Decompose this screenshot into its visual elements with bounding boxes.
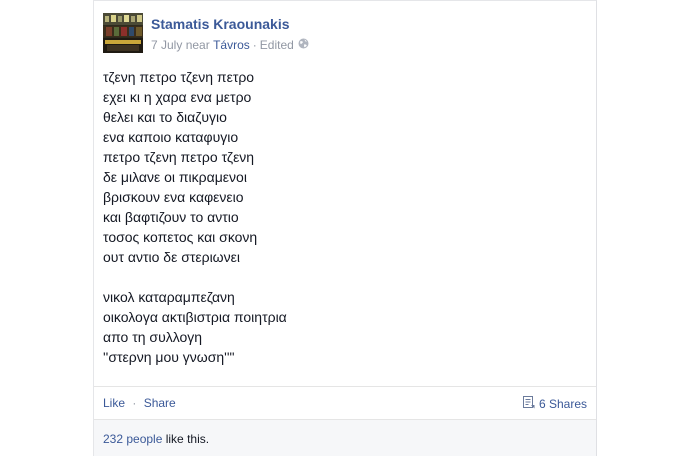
edited-label[interactable]: Edited xyxy=(260,38,294,52)
likes-summary: 232 people like this. xyxy=(103,432,209,446)
post-meta: 7 July near Távros · Edited xyxy=(151,38,309,52)
post-location[interactable]: Távros xyxy=(213,38,250,52)
globe-icon[interactable] xyxy=(298,38,309,52)
post-body: τζενη πετρο τζενη πετρο εχει κι η χαρα ε… xyxy=(103,67,583,367)
avatar[interactable] xyxy=(103,13,143,53)
post-line: τοσος κοπετος και σκονη xyxy=(103,229,258,245)
post-line: θελει και το διαζυγιο xyxy=(103,109,227,125)
shares-link[interactable]: 6 Shares xyxy=(522,396,587,412)
post-line: εχει κι η χαρα ενα μετρο xyxy=(103,89,252,105)
post-line: απο τη συλλογη xyxy=(103,329,203,345)
post-line: οικολογα ακτιβιστρια ποιητρια xyxy=(103,309,287,325)
post-line: ενα καποιο καταφυγιο xyxy=(103,129,239,145)
post-actions: Like · Share xyxy=(103,396,176,410)
shares-count[interactable]: 6 Shares xyxy=(539,397,587,411)
post-date[interactable]: 7 July xyxy=(151,38,182,52)
post-card: Stamatis Kraounakis 7 July near Távros ·… xyxy=(93,0,597,456)
post-line: δε μιλανε οι πικραμενοι xyxy=(103,169,247,185)
post-line: ουτ αντιο δε στεριωνει xyxy=(103,249,240,265)
meta-separator: · xyxy=(252,38,257,52)
post-line: νικολ καταραμπεζανη xyxy=(103,289,235,305)
share-button[interactable]: Share xyxy=(144,396,176,410)
actions-divider xyxy=(94,386,596,387)
likes-bar: 232 people like this. xyxy=(94,419,596,456)
post-line: και βαφτιζουν το αντιο xyxy=(103,209,239,225)
like-button[interactable]: Like xyxy=(103,396,125,410)
post-line: τζενη πετρο τζενη πετρο xyxy=(103,69,255,85)
post-line: βρισκουν ενα καφενειο xyxy=(103,189,244,205)
post-line: ''στερνη μου γνωση''" xyxy=(103,349,235,365)
likes-count[interactable]: 232 people xyxy=(103,432,162,446)
author-name[interactable]: Stamatis Kraounakis xyxy=(151,16,290,32)
actions-separator: · xyxy=(132,396,137,410)
likes-suffix: like this. xyxy=(162,432,210,446)
shares-icon xyxy=(522,396,539,412)
near-label: near xyxy=(185,38,210,52)
post-line: πετρο τζενη πετρο τζενη xyxy=(103,149,255,165)
